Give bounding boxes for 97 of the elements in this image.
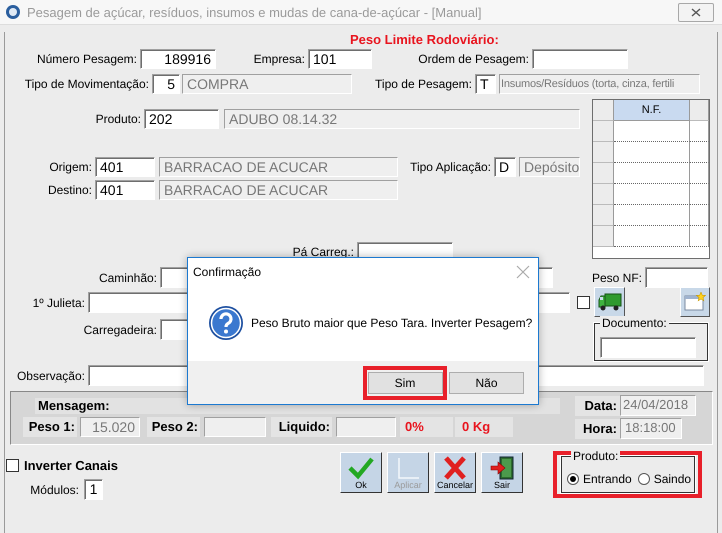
field-label: Hora: — [575, 418, 620, 438]
table-cell[interactable] — [614, 205, 690, 226]
dialog-message: Peso Bruto maior que Peso Tara. Inverter Pesagem? — [251, 316, 532, 330]
toolbar-button[interactable]: Sair — [481, 452, 523, 493]
table-cell[interactable] — [614, 184, 690, 205]
input-field[interactable]: 189916 — [140, 49, 216, 69]
field-label: Empresa: — [252, 52, 306, 66]
kg-value: 0 Kg — [455, 417, 513, 437]
table-cell[interactable] — [690, 205, 709, 226]
weight-field — [336, 417, 396, 437]
field-label: Peso 1: — [23, 417, 77, 437]
checkbox[interactable] — [6, 459, 19, 472]
field-label: Tipo Aplicação: — [409, 160, 492, 174]
field-label: Peso 2: — [147, 417, 200, 437]
input-field[interactable]: 401 — [95, 157, 155, 177]
truck-icon — [598, 292, 622, 312]
description-field: Insumos/Resíduos (torta, cinza, fertili — [499, 74, 700, 94]
description-field: COMPRA — [182, 74, 352, 94]
field-label: Ordem de Pesagem: — [417, 52, 530, 66]
row-header — [593, 184, 614, 205]
group-label: Documento: — [600, 316, 669, 330]
description-field: BARRACAO DE ACUCAR — [159, 157, 398, 177]
field-label: Destino: — [46, 183, 93, 197]
door-icon — [489, 456, 515, 480]
table-cell[interactable] — [614, 163, 690, 184]
row-header — [593, 226, 614, 247]
time-field: 18:18:00 — [620, 418, 682, 439]
input-field[interactable]: 5 — [152, 74, 180, 94]
radio-button[interactable] — [567, 472, 579, 484]
dialog-button[interactable]: Sim — [368, 372, 442, 394]
table-cell[interactable] — [614, 142, 690, 163]
table-cell[interactable] — [690, 142, 709, 163]
description-field: ADUBO 08.14.32 — [224, 109, 580, 129]
description-field: Depósito — [519, 157, 580, 177]
checkmark-icon — [348, 456, 374, 480]
input-field[interactable]: 101 — [308, 49, 372, 69]
table-cell[interactable] — [690, 163, 709, 184]
field-label: Data: — [575, 396, 620, 416]
description-field: BARRACAO DE ACUCAR — [159, 180, 398, 200]
weight-limit-label: Peso Limite Rodoviário: — [350, 32, 499, 47]
table-cell[interactable] — [614, 226, 690, 247]
checkbox-label: Inverter Canais — [24, 458, 118, 473]
dialog-title: Confirmação — [193, 264, 262, 278]
new-window-button[interactable] — [680, 287, 710, 317]
radio-label[interactable]: Saindo — [654, 472, 692, 486]
field-label: Módulos: — [29, 482, 80, 496]
input-field[interactable] — [532, 49, 628, 69]
toolbar-button[interactable]: Cancelar — [434, 452, 476, 493]
row-header — [690, 100, 709, 121]
window-star-icon — [684, 292, 706, 312]
radio-button[interactable] — [638, 472, 650, 484]
table-cell[interactable] — [690, 184, 709, 205]
field-label: Origem: — [48, 160, 93, 174]
truck-button[interactable] — [594, 287, 625, 317]
field-label: Caminhão: — [98, 270, 158, 284]
input-field[interactable] — [645, 267, 708, 288]
input-field[interactable]: 1 — [84, 479, 103, 500]
input-field[interactable]: 202 — [144, 109, 219, 129]
input-field[interactable]: T — [475, 74, 496, 94]
date-field: 24/04/2018 — [620, 395, 696, 416]
window-title: Pesagem de açúcar, resíduos, insumos e mudas de cana-de-açúcar - [Manual] — [27, 4, 483, 20]
table-cell[interactable] — [614, 121, 690, 142]
app-icon — [5, 4, 21, 20]
input-field[interactable]: D — [494, 157, 516, 177]
row-header — [593, 100, 614, 121]
toolbar-button[interactable]: Ok — [340, 452, 382, 493]
checkbox[interactable] — [577, 296, 590, 309]
field-label: Produto: — [94, 112, 142, 126]
percent-value: 0% — [400, 417, 453, 437]
field-label: Número Pesagem: — [36, 52, 138, 66]
question-icon — [208, 305, 244, 341]
row-header — [593, 121, 614, 142]
close-icon — [691, 8, 701, 16]
field-label: Pá Carreg.: — [292, 245, 355, 259]
field-label: Tipo de Movimentação: — [24, 77, 150, 91]
field-label: Peso NF: — [592, 270, 644, 284]
field-label: Tipo de Pesagem: — [374, 77, 473, 91]
weight-field — [204, 417, 266, 437]
row-header — [593, 142, 614, 163]
close-button[interactable] — [678, 2, 714, 22]
row-header — [593, 163, 614, 184]
field-label: Carregadeira: — [82, 322, 158, 336]
table-cell[interactable] — [690, 121, 709, 142]
field-label: Observação: — [16, 368, 86, 382]
input-field[interactable]: 401 — [95, 180, 155, 200]
row-header — [593, 205, 614, 226]
group-label: Produto: — [571, 449, 620, 463]
radio-label[interactable]: Entrando — [583, 472, 632, 486]
dialog-button[interactable]: Não — [449, 372, 524, 394]
table-cell[interactable] — [690, 226, 709, 247]
column-header: N.F. — [614, 100, 690, 121]
field-label: 1º Julieta: — [32, 296, 86, 310]
input-field[interactable] — [600, 337, 696, 358]
cross-icon — [442, 456, 468, 480]
field-label: Liquido: — [271, 417, 332, 437]
weight-field: 15.020 — [80, 417, 140, 437]
message-label: Mensagem: — [37, 398, 110, 414]
